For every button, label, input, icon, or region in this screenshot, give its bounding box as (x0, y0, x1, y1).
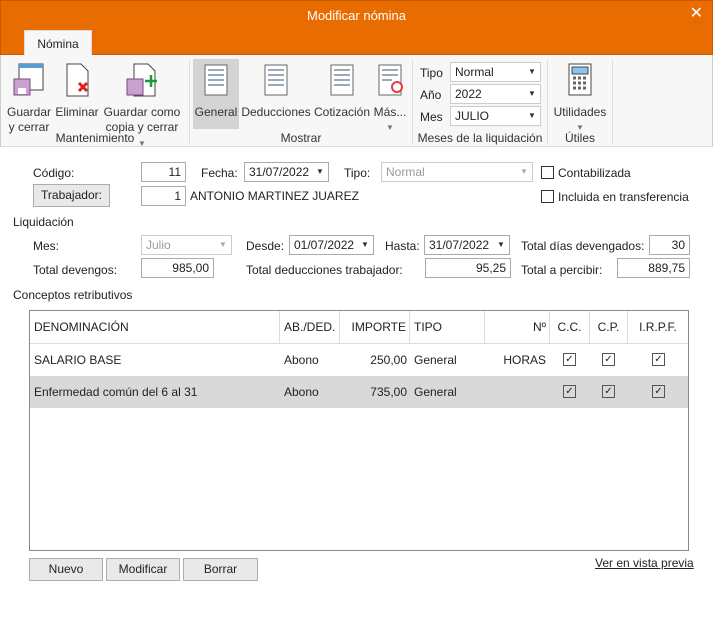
dias-input[interactable]: 30 (649, 235, 690, 255)
divider (612, 60, 613, 144)
trabajador-button[interactable]: Trabajador: (33, 184, 110, 207)
cell-tipo: General (414, 385, 457, 399)
window-title: Modificar nómina (307, 8, 406, 23)
percibir-input[interactable]: 889,75 (617, 258, 690, 278)
label: Deducciones (241, 105, 311, 119)
group-utiles: Útiles (564, 131, 595, 145)
form-icon (204, 64, 228, 96)
ano-select[interactable]: 2022 ▼ (450, 84, 541, 104)
label: Eliminar (55, 105, 99, 119)
liquidacion-heading: Liquidación (13, 215, 74, 229)
group-mostrar: Mostrar (280, 131, 322, 145)
label: General (194, 105, 238, 119)
cotizacion-button[interactable]: Cotización (313, 63, 371, 120)
column-header[interactable]: Nº HORAS (485, 311, 550, 367)
calculator-icon (568, 63, 592, 96)
contabilizada-checkbox[interactable] (541, 166, 554, 179)
column-header[interactable]: C.C. (550, 311, 590, 344)
mas-button[interactable]: Más... ▼ (373, 63, 407, 135)
form-icon (330, 64, 354, 96)
dias-label: Total días devengados: (521, 239, 645, 253)
label: Guardar como (103, 105, 181, 119)
codigo-label: Código: (33, 166, 75, 180)
deducciones-label: Total deducciones trabajador: (246, 263, 403, 277)
table-row[interactable]: SALARIO BASE Abono 250,00 General ✓ ✓ ✓ (30, 344, 688, 376)
transferencia-checkbox[interactable] (541, 190, 554, 203)
utilidades-button[interactable]: Utilidades ▼ (552, 63, 608, 135)
modificar-button[interactable]: Modificar (106, 558, 180, 581)
devengos-label: Total devengos: (33, 263, 118, 277)
hasta-picker[interactable]: 31/07/2022 ▼ (424, 235, 510, 255)
trabajador-nombre: ANTONIO MARTINEZ JUAREZ (190, 189, 359, 203)
mes-label: Mes (420, 110, 443, 124)
cell-importe: 250,00 (370, 353, 407, 367)
mes-label: Mes: (33, 239, 60, 253)
fecha-label: Fecha: (201, 166, 238, 180)
deducciones-button[interactable]: Deducciones (241, 63, 311, 120)
contabilizada-label: Contabilizada (558, 166, 631, 180)
column-header[interactable]: IMPORTE (340, 311, 410, 344)
conceptos-table: DENOMINACIÓN AB./DED. IMPORTE TIPO Nº HO… (29, 310, 689, 551)
checkbox-irpf[interactable]: ✓ (652, 385, 665, 398)
tipo-label: Tipo: (344, 166, 371, 180)
save-icon (13, 63, 44, 96)
certificate-icon (378, 64, 403, 96)
desde-picker[interactable]: 01/07/2022 ▼ (289, 235, 374, 255)
cell-abded: Abono (284, 353, 319, 367)
mes-select[interactable]: JULIO ▼ (450, 106, 541, 126)
guardar-y-cerrar-button[interactable]: Guardar y cerrar (6, 63, 52, 135)
tab-nomina[interactable]: Nómina (24, 30, 92, 55)
trabajador-id-input[interactable]: 1 (141, 186, 186, 206)
cell-abded: Abono (284, 385, 319, 399)
vista-previa-link[interactable]: Ver en vista previa (595, 556, 694, 570)
checkbox-cp[interactable]: ✓ (602, 353, 615, 366)
tipo-label: Tipo (420, 66, 443, 80)
column-header[interactable]: I.R.P.F. (628, 311, 688, 344)
desde-label: Desde: (246, 239, 285, 253)
conceptos-heading: Conceptos retributivos (13, 288, 133, 302)
percibir-label: Total a percibir: (521, 263, 603, 277)
checkbox-cc[interactable]: ✓ (563, 385, 576, 398)
tipo-select[interactable]: Normal ▼ (381, 162, 533, 182)
codigo-input[interactable]: 11 (141, 162, 186, 182)
checkbox-cc[interactable]: ✓ (563, 353, 576, 366)
deducciones-input[interactable]: 95,25 (425, 258, 511, 278)
delete-document-icon (66, 63, 89, 97)
label: Cotización (313, 105, 371, 119)
checkbox-cp[interactable]: ✓ (602, 385, 615, 398)
ano-label: Año (420, 88, 442, 102)
tipo-select[interactable]: Normal ▼ (450, 62, 541, 82)
cell-importe: 735,00 (370, 385, 407, 399)
hasta-label: Hasta: (385, 239, 420, 253)
label: Utilidades (553, 105, 607, 119)
transferencia-label: Incluida en transferencia (558, 190, 689, 204)
checkbox-irpf[interactable]: ✓ (652, 353, 665, 366)
general-button[interactable]: General (193, 63, 239, 120)
borrar-button[interactable]: Borrar (183, 558, 258, 581)
group-meses: Meses de la liquidación (417, 131, 543, 145)
label: Guardar (6, 105, 52, 119)
table-row[interactable]: Enfermedad común del 6 al 31 Abono 735,00 G… (30, 376, 688, 408)
column-header[interactable]: AB./DED. (280, 311, 340, 344)
fecha-picker[interactable]: 31/07/2022 ▼ (244, 162, 329, 182)
mes-select[interactable]: Julio ▼ (141, 235, 232, 255)
cell-denominacion: SALARIO BASE (34, 353, 122, 367)
save-copy-icon (126, 63, 157, 97)
close-icon[interactable]: ✕ (690, 3, 703, 23)
group-mantenimiento: Mantenimiento (55, 131, 135, 145)
devengos-input[interactable]: 985,00 (141, 258, 214, 278)
cell-denominacion: Enfermedad común del 6 al 31 (34, 385, 198, 399)
label: Más... (373, 105, 407, 119)
form-icon (264, 64, 288, 96)
cell-tipo: General (414, 353, 457, 367)
eliminar-button[interactable]: Eliminar (55, 63, 99, 120)
column-header[interactable]: C.P. (590, 311, 628, 344)
column-header[interactable]: TIPO (410, 311, 485, 344)
nuevo-button[interactable]: Nuevo (29, 558, 103, 581)
column-header[interactable]: DENOMINACIÓN (30, 311, 280, 344)
